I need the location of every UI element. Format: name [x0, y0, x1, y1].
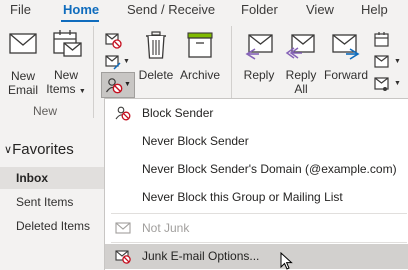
tab-home[interactable]: Home	[63, 2, 99, 17]
clean-up-dropdown-arrow[interactable]: ▼	[123, 58, 130, 65]
block-sender-icon	[115, 106, 131, 121]
tab-file[interactable]: File	[10, 2, 31, 17]
tab-folder[interactable]: Folder	[241, 2, 278, 17]
new-email-label-2: Email	[7, 83, 38, 97]
folder-inbox[interactable]: Inbox	[0, 167, 104, 189]
forward-button[interactable]: Forward	[322, 30, 370, 82]
folder-deleted-items[interactable]: Deleted Items	[0, 215, 104, 237]
more-respond-icon[interactable]	[373, 75, 391, 93]
junk-menu: Block Sender Never Block Sender Never Bl…	[104, 98, 408, 270]
menu-item-never-block-sender[interactable]: Never Block Sender	[105, 129, 408, 153]
archive-icon	[187, 32, 213, 58]
reply-all-icon	[285, 34, 315, 59]
new-email-label-1: New	[10, 69, 35, 83]
new-email-button[interactable]: New Email	[3, 30, 43, 97]
junk-icon	[106, 78, 123, 94]
menu-item-not-junk: Not Junk	[105, 216, 408, 240]
reply-button[interactable]: Reply	[238, 30, 280, 82]
menu-item-block-sender[interactable]: Block Sender	[105, 101, 408, 125]
more-respond-dropdown-arrow[interactable]: ▼	[394, 80, 401, 87]
chevron-down-icon: ∨	[4, 144, 13, 156]
ribbon-separator	[93, 26, 94, 118]
menu-item-never-block-domain[interactable]: Never Block Sender's Domain (@example.co…	[105, 157, 408, 181]
menu-separator	[111, 242, 407, 243]
new-items-icon	[53, 30, 82, 57]
junk-options-icon	[115, 250, 131, 264]
trash-icon	[146, 31, 166, 59]
meeting-icon[interactable]	[373, 31, 391, 49]
menu-item-never-block-group[interactable]: Never Block this Group or Mailing List	[105, 185, 408, 209]
reply-all-label-2: All	[294, 82, 308, 96]
tab-help[interactable]: Help	[361, 2, 388, 17]
delete-button[interactable]: Delete	[137, 30, 175, 82]
menu-item-junk-options[interactable]: Junk E-mail Options...	[105, 244, 408, 269]
not-junk-icon	[115, 222, 131, 234]
new-items-label-2: Items ▼	[46, 82, 86, 96]
clean-up-icon[interactable]	[104, 53, 122, 71]
archive-button[interactable]: Archive	[177, 30, 223, 82]
junk-dropdown-arrow: ▼	[124, 81, 131, 88]
forward-label: Forward	[323, 68, 368, 82]
delete-label: Delete	[138, 68, 174, 82]
tab-view[interactable]: View	[306, 2, 334, 17]
group-label-new: New	[32, 104, 57, 118]
new-items-label-1: New	[53, 68, 78, 82]
favorites-header[interactable]: ∨Favorites	[4, 141, 74, 158]
archive-label: Archive	[179, 68, 220, 82]
tab-send-receive[interactable]: Send / Receive	[127, 2, 215, 17]
active-tab-indicator	[61, 20, 99, 22]
new-items-button[interactable]: New Items ▼	[46, 28, 86, 99]
reply-icon	[245, 34, 273, 60]
junk-button[interactable]: ▼	[101, 72, 135, 98]
reply-all-label-1: Reply	[285, 68, 317, 82]
mouse-cursor-icon	[280, 252, 293, 270]
envelope-icon	[9, 33, 37, 54]
menu-separator	[111, 213, 407, 214]
reply-all-button[interactable]: Reply All	[281, 30, 321, 96]
folder-sent-items[interactable]: Sent Items	[0, 191, 104, 213]
reply-label: Reply	[243, 68, 275, 82]
forward-icon	[332, 34, 360, 60]
team-dropdown-arrow[interactable]: ▼	[394, 58, 401, 65]
team-icon[interactable]	[373, 53, 391, 71]
ignore-icon[interactable]	[104, 31, 122, 49]
